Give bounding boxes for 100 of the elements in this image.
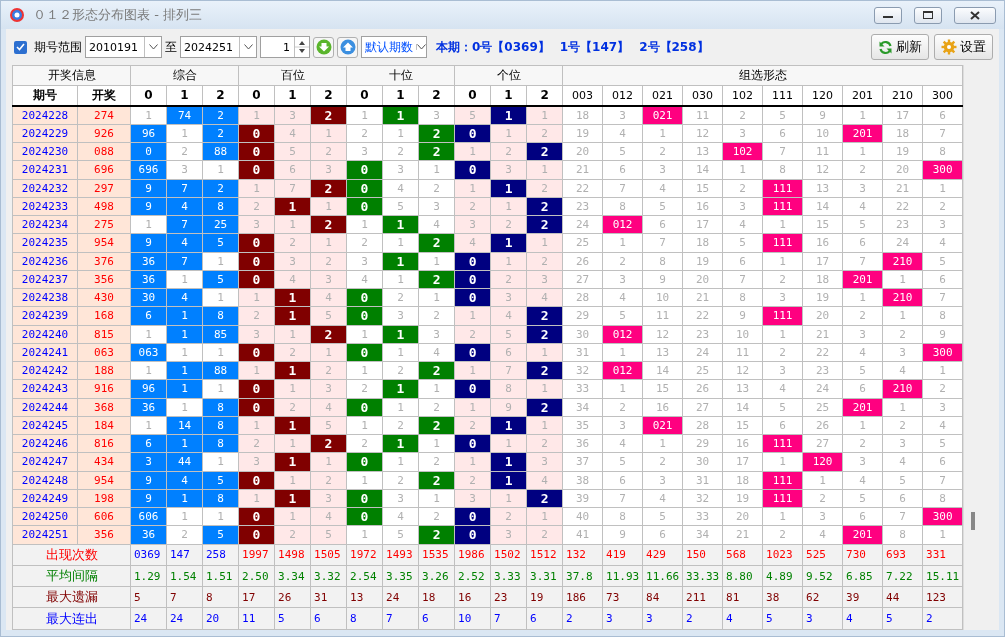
table-cell: 1 (166, 270, 203, 289)
table-cell: 1 (602, 343, 643, 362)
table-cell: 23 (562, 197, 603, 216)
table-cell: 1 (166, 343, 203, 362)
table-cell: 2 (762, 270, 803, 289)
table-cell: 1 (418, 379, 455, 399)
table-cell: 6 (642, 215, 683, 234)
table-cell: 17 (682, 215, 723, 234)
table-cell: 3 (642, 160, 683, 180)
table-cell: 4 (602, 288, 643, 307)
group-header: 个位 (454, 65, 563, 86)
table-cell: 3 (346, 142, 383, 161)
table-cell: 2 (346, 434, 383, 453)
table-cell: 1 (166, 507, 203, 526)
group-header: 组选形态 (562, 65, 963, 86)
to-label: 至 (165, 38, 177, 56)
table-cell: 5 (382, 197, 419, 216)
table-cell: 1 (882, 306, 923, 326)
table-cell: 5 (762, 105, 803, 125)
table-cell: 1 (166, 124, 203, 143)
table-cell: 10 (642, 288, 683, 307)
table-cell: 7 (642, 233, 683, 253)
table-cell: 1 (642, 434, 683, 453)
table-cell: 22 (682, 306, 723, 326)
table-cell: 1 (166, 398, 203, 417)
table-cell: 6 (602, 160, 643, 180)
close-button[interactable] (954, 6, 996, 24)
table-cell: 5 (882, 471, 923, 490)
table-cell: 24 (802, 379, 843, 399)
table-cell: 3 (842, 452, 883, 472)
table-cell: 19 (722, 489, 763, 508)
table-cell: 4 (382, 507, 419, 526)
table-cell: 1 (922, 179, 963, 198)
table-cell: 1 (882, 398, 923, 417)
table-cell: 2 (922, 197, 963, 216)
table-cell: 1 (346, 471, 383, 490)
table-cell: 1 (762, 507, 803, 526)
table-cell: 1 (922, 525, 963, 545)
period-mode-dropdown[interactable]: 默认期数 (361, 36, 427, 58)
table-cell: 11 (802, 142, 843, 161)
table-cell: 5 (382, 525, 419, 545)
table-cell: 17 (802, 252, 843, 271)
table-cell: 3 (882, 343, 923, 362)
table-cell: 7 (922, 288, 963, 307)
table-cell: 3 (722, 197, 763, 216)
table-cell: 1 (346, 525, 383, 545)
table-cell: 3 (882, 434, 923, 453)
table-cell: 4 (722, 215, 763, 234)
table-cell: 13 (642, 343, 683, 362)
table-cell: 16 (642, 398, 683, 417)
table-cell: 1 (762, 325, 803, 344)
table-cell: 5 (602, 306, 643, 326)
settings-button[interactable]: 设置 (934, 34, 993, 60)
table-cell: 1 (418, 252, 455, 271)
table-cell: 21 (882, 179, 923, 198)
table-cell: 39 (562, 489, 603, 508)
table-cell: 22 (882, 197, 923, 216)
table-cell: 23 (682, 325, 723, 344)
gear-icon (941, 39, 957, 55)
step-spinner[interactable]: 1 (260, 36, 310, 58)
table-cell: 27 (802, 434, 843, 453)
table-cell: 6 (722, 252, 763, 271)
table-cell: 3 (922, 215, 963, 234)
table-cell: 7 (882, 507, 923, 526)
range-checkbox[interactable] (14, 40, 27, 54)
move-down-button[interactable] (313, 36, 334, 58)
table-cell: 3 (642, 471, 683, 490)
table-cell: 1 (418, 288, 455, 307)
table-cell: 8 (882, 525, 923, 545)
table-cell: 28 (682, 416, 723, 435)
table-cell: 1 (418, 489, 455, 508)
table-cell: 3 (418, 325, 455, 344)
table-cell: 1 (602, 379, 643, 399)
table-cell: 10 (802, 124, 843, 143)
table-cell: 19 (562, 124, 603, 143)
summary-label: 最大遗漏 (45, 589, 98, 605)
table-cell: 1 (922, 361, 963, 380)
table-cell: 6 (842, 507, 883, 526)
table-cell: 3 (602, 416, 643, 435)
table-cell: 40 (562, 507, 603, 526)
table-cell: 9 (722, 306, 763, 326)
table-cell: 28 (562, 288, 603, 307)
maximize-button[interactable] (914, 6, 942, 24)
move-up-button[interactable] (337, 36, 358, 58)
table-cell: 5 (922, 434, 963, 453)
refresh-button[interactable]: 刷新 (871, 34, 929, 60)
end-period-combo[interactable]: 2024251 (180, 36, 257, 58)
table-cell: 19 (882, 142, 923, 161)
table-cell: 1 (202, 507, 239, 526)
close-icon (970, 10, 980, 20)
table-cell: 32 (682, 489, 723, 508)
start-period-combo[interactable]: 2010191 (85, 36, 162, 58)
table-cell: 9 (602, 525, 643, 545)
table-cell: 5 (602, 452, 643, 472)
minimize-button[interactable] (874, 6, 902, 24)
table-cell: 4 (842, 343, 883, 362)
group-header: 百位 (238, 65, 347, 86)
table-cell: 2 (382, 142, 419, 161)
table-cell: 7 (842, 252, 883, 271)
table-cell: 19 (802, 288, 843, 307)
